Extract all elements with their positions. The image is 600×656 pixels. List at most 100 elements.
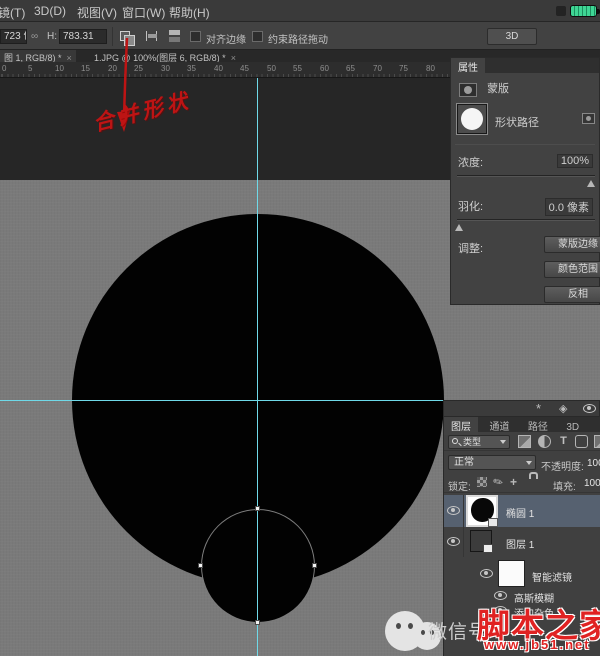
ruler-tick: 60	[320, 64, 329, 73]
battery-icon	[570, 5, 597, 17]
small-ellipse-path[interactable]	[201, 509, 315, 623]
path-alignment-icon[interactable]	[146, 31, 157, 41]
menu-help[interactable]: 帮助(H)	[169, 4, 210, 21]
smart-filters-row[interactable]: 智能滤镜	[444, 557, 600, 591]
feather-slider-thumb[interactable]	[455, 220, 463, 231]
feather-label: 羽化:	[458, 198, 483, 214]
flare-icon[interactable]: *	[536, 401, 541, 416]
ruler-tick: 70	[373, 64, 382, 73]
lock-pixels-brush-icon[interactable]: ✏	[491, 474, 504, 490]
eye-icon[interactable]	[494, 606, 507, 615]
layers-tabstrip: 图层 通道 路径 3D	[444, 417, 600, 432]
filter-kind-dropdown[interactable]: 类型	[448, 435, 510, 449]
ruler-tick: 55	[293, 64, 302, 73]
path-operations-icon[interactable]	[120, 31, 130, 41]
chevron-down-icon	[500, 440, 506, 447]
density-value[interactable]: 100%	[557, 154, 593, 168]
photoshop-window: 滤镜(T) 3D(D) 视图(V) 窗口(W) 帮助(H) 723 像 ∞ H:…	[0, 0, 600, 656]
eye-icon[interactable]	[494, 591, 507, 600]
layer-thumbnail[interactable]	[470, 530, 492, 552]
divider	[455, 144, 595, 145]
opacity-value[interactable]: 100%	[587, 458, 600, 469]
fill-value[interactable]: 100%	[584, 478, 600, 489]
eye-icon[interactable]	[583, 404, 596, 413]
filter-type-layers-icon[interactable]: T	[557, 435, 570, 448]
density-slider[interactable]	[457, 175, 595, 177]
filter-adjustment-layers-icon[interactable]	[538, 435, 551, 448]
align-edges-label: 对齐边缘	[206, 31, 246, 46]
filter-smart-objects-icon[interactable]	[594, 435, 600, 448]
filter-row-add-noise[interactable]: 添加杂色	[444, 604, 600, 619]
width-input[interactable]: 723 像	[0, 29, 27, 44]
filter-shape-layers-icon[interactable]	[575, 435, 588, 448]
mask-edge-button[interactable]: 蒙版边缘	[544, 236, 600, 253]
diamond-icon[interactable]: ◈	[559, 402, 567, 415]
filter-name[interactable]: 添加杂色	[514, 605, 554, 620]
blend-row: 正常 不透明度: 100%	[444, 453, 600, 473]
layer-name[interactable]: 椭圆 1	[506, 505, 534, 520]
filter-row-gaussian-blur[interactable]: 高斯模糊	[444, 589, 600, 604]
density-slider-thumb[interactable]	[587, 176, 595, 187]
path-anchor-bottom[interactable]	[255, 620, 260, 625]
link-wh-icon[interactable]: ∞	[31, 31, 38, 42]
menu-filter[interactable]: 滤镜(T)	[0, 4, 25, 21]
layer-thumbnail[interactable]	[468, 497, 496, 525]
shape-mask-thumbnail[interactable]	[457, 104, 487, 134]
invert-button[interactable]: 反相	[544, 286, 600, 303]
chevron-down-icon	[526, 461, 532, 468]
align-edges-checkbox[interactable]	[190, 31, 201, 42]
adjust-label: 调整:	[458, 240, 483, 256]
properties-tabstrip: 属性	[451, 58, 599, 73]
close-tab-icon[interactable]: ×	[231, 53, 236, 62]
vertical-guide[interactable]	[257, 78, 258, 656]
close-tab-icon[interactable]: ×	[67, 53, 72, 62]
smart-filter-thumbnail[interactable]	[498, 560, 525, 587]
filter-pixel-layers-icon[interactable]	[518, 435, 531, 448]
path-anchor-right[interactable]	[312, 563, 317, 568]
constrain-drag-label: 约束路径拖动	[268, 31, 328, 46]
lock-transparency-icon[interactable]	[477, 477, 487, 487]
3d-mode-button[interactable]: 3D	[487, 28, 537, 45]
blend-mode-dropdown[interactable]: 正常	[448, 455, 536, 470]
eye-icon[interactable]	[447, 537, 460, 546]
eye-icon[interactable]	[447, 506, 460, 515]
document-tab-2[interactable]: 1.JPG @ 100%(图层 6, RGB/8) *×	[90, 50, 240, 62]
filter-name[interactable]: 高斯模糊	[514, 590, 554, 605]
menu-3d[interactable]: 3D(D)	[34, 4, 66, 18]
color-range-button[interactable]: 颜色范围	[544, 261, 600, 278]
document-tab-1-title: 图 1, RGB/8) *	[4, 53, 62, 62]
path-anchor-top[interactable]	[255, 506, 260, 511]
search-icon	[452, 438, 458, 444]
lock-row: 锁定: ✏ + 填充: 100%	[444, 474, 600, 493]
feather-slider[interactable]	[457, 219, 595, 221]
mask-row: 蒙版	[459, 80, 509, 97]
lock-position-icon[interactable]: +	[510, 475, 517, 489]
blend-mode-value: 正常	[454, 457, 474, 468]
mask-label: 蒙版	[487, 83, 509, 95]
ruler-tick: 15	[81, 64, 90, 73]
horizontal-guide[interactable]	[0, 400, 444, 401]
menu-view[interactable]: 视图(V)	[77, 4, 117, 21]
feather-value[interactable]: 0.0 像素	[545, 198, 593, 216]
eye-icon[interactable]	[480, 569, 493, 578]
vector-mask-badge-icon[interactable]	[582, 113, 595, 124]
ruler-tick: 50	[267, 64, 276, 73]
ruler-tick: 40	[214, 64, 223, 73]
path-anchor-left[interactable]	[198, 563, 203, 568]
layer-row-ellipse1[interactable]: 椭圆 1	[444, 495, 600, 527]
height-label: H:	[47, 31, 57, 42]
layers-panel: 图层 通道 路径 3D 类型 T 正常 不透明度: 100%	[443, 417, 600, 656]
ruler-tick: 10	[55, 64, 64, 73]
layer-name[interactable]: 图层 1	[506, 536, 534, 551]
ruler-tick: 5	[28, 64, 32, 73]
tab-properties[interactable]: 属性	[451, 58, 485, 76]
layer-filter-row: 类型 T	[444, 433, 600, 451]
ruler-tick: 30	[161, 64, 170, 73]
constrain-drag-checkbox[interactable]	[252, 31, 263, 42]
smart-filters-label[interactable]: 智能滤镜	[532, 569, 572, 584]
document-tab-1[interactable]: 图 1, RGB/8) * ×	[0, 50, 76, 62]
layer-row-layer1[interactable]: 图层 1	[444, 527, 600, 557]
path-arrangement-icon[interactable]	[169, 30, 180, 35]
height-input[interactable]: 783.31	[59, 29, 107, 44]
menu-window[interactable]: 窗口(W)	[122, 4, 165, 21]
